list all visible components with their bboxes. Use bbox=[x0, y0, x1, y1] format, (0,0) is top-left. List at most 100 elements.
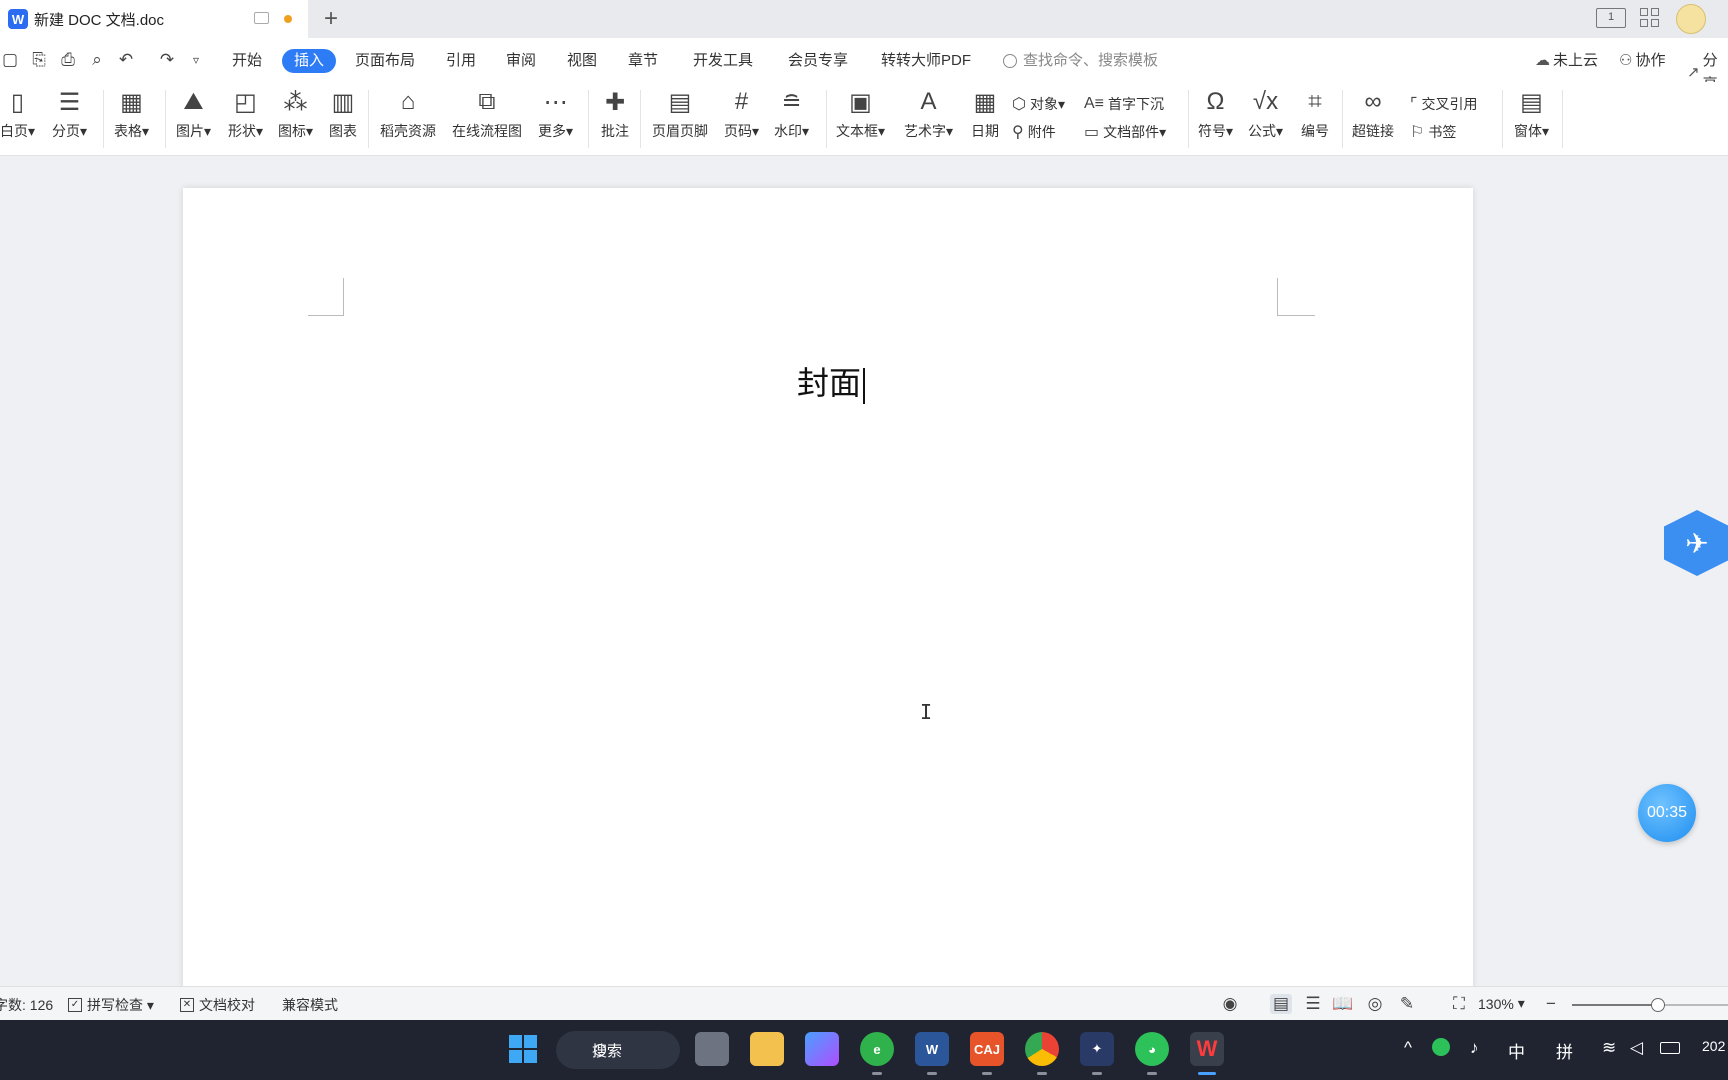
battery-icon[interactable] bbox=[1660, 1042, 1680, 1054]
menu-member[interactable]: 会员专享 bbox=[782, 49, 854, 73]
menu-insert[interactable]: 插入 bbox=[282, 49, 337, 73]
paperclip-icon: ⚲ bbox=[1012, 124, 1024, 141]
page-break-button[interactable]: ☰ 分页▾ bbox=[52, 86, 87, 141]
undo-icon[interactable]: ↶ bbox=[116, 50, 136, 70]
redo-icon[interactable]: ↷ bbox=[157, 50, 177, 70]
search-icon bbox=[594, 1044, 606, 1056]
spell-check-button[interactable]: ✓ 拼写检查 ▾ bbox=[68, 995, 154, 1015]
watermark-button[interactable]: ≘ 水印▾ bbox=[774, 86, 809, 141]
cross-reference-button[interactable]: ⌜ 交叉引用 bbox=[1410, 94, 1478, 114]
attachment-button[interactable]: ⚲ 附件 bbox=[1012, 122, 1056, 142]
save-icon[interactable]: ▢ bbox=[0, 50, 20, 70]
menu-page-layout[interactable]: 页面布局 bbox=[349, 49, 421, 73]
tab-title: 新建 DOC 文档.doc bbox=[34, 11, 165, 29]
fit-page-icon[interactable]: ⛶ bbox=[1448, 994, 1470, 1014]
form-button[interactable]: ▤ 窗体▾ bbox=[1514, 86, 1549, 141]
recording-timer[interactable]: 00:35 bbox=[1638, 784, 1696, 842]
comment-button[interactable]: ✚ 批注 bbox=[600, 86, 630, 141]
user-avatar[interactable] bbox=[1676, 4, 1706, 34]
outline-view-icon[interactable]: ☰ bbox=[1302, 994, 1324, 1014]
windows-start-icon[interactable] bbox=[506, 1032, 540, 1066]
document-page[interactable]: 封面 bbox=[183, 188, 1473, 988]
ime-mode[interactable]: 拼 bbox=[1556, 1038, 1573, 1063]
wordart-button[interactable]: A 艺术字▾ bbox=[904, 86, 953, 141]
wechat-icon[interactable]: ◕ bbox=[1135, 1032, 1169, 1075]
zoom-slider[interactable] bbox=[1572, 998, 1728, 1012]
drop-cap-button[interactable]: A≡ 首字下沉 bbox=[1084, 94, 1164, 114]
proofread-button[interactable]: ✕ 文档校对 bbox=[180, 995, 255, 1015]
menu-developer[interactable]: 开发工具 bbox=[687, 49, 759, 73]
word-icon[interactable]: W bbox=[915, 1032, 949, 1075]
print-preview-icon[interactable]: ⌕ bbox=[87, 50, 107, 70]
tray-overflow-icon[interactable]: ^ bbox=[1404, 1038, 1412, 1058]
table-button[interactable]: ▦ 表格▾ bbox=[114, 86, 149, 141]
document-canvas[interactable]: 封面 I ✈ 00:35 bbox=[0, 156, 1728, 988]
file-explorer-icon[interactable] bbox=[750, 1032, 784, 1066]
date-button[interactable]: ▦ 日期 bbox=[970, 86, 1000, 141]
caj-viewer-icon[interactable]: CAJ bbox=[970, 1032, 1004, 1075]
resources-button[interactable]: ⌂ 稻壳资源 bbox=[380, 86, 436, 141]
object-button[interactable]: ⬡ 对象 ▾ bbox=[1012, 94, 1065, 114]
symbol-button[interactable]: Ω 符号▾ bbox=[1198, 86, 1233, 141]
command-search[interactable]: 查找命令、搜索模板 bbox=[1003, 49, 1158, 73]
cloud-status-button[interactable]: ☁ 未上云 bbox=[1535, 49, 1598, 73]
copilot-icon[interactable] bbox=[805, 1032, 839, 1066]
chart-button[interactable]: ▥ 图表 bbox=[328, 86, 358, 141]
picture-icon: ⛰ bbox=[183, 88, 204, 115]
blank-page-button[interactable]: ▯ 白页▾ bbox=[0, 86, 35, 141]
menu-references[interactable]: 引用 bbox=[440, 49, 482, 73]
microphone-icon[interactable]: ♪ bbox=[1470, 1038, 1479, 1058]
flowchart-button[interactable]: ⧉ 在线流程图 bbox=[452, 86, 522, 141]
layout-icon[interactable]: 1 bbox=[1596, 8, 1626, 28]
eye-protection-icon[interactable]: ◉ bbox=[1219, 994, 1241, 1014]
page-view-icon[interactable]: ▤ bbox=[1270, 994, 1292, 1014]
bookmark-button[interactable]: ⚐ 书签 bbox=[1410, 122, 1456, 142]
textbox-button[interactable]: ▣ 文本框▾ bbox=[836, 86, 885, 141]
document-title[interactable]: 封面 bbox=[797, 358, 866, 404]
zoom-level[interactable]: 130% ▾ bbox=[1478, 995, 1525, 1012]
menu-review[interactable]: 审阅 bbox=[500, 49, 542, 73]
document-tab[interactable]: W 新建 DOC 文档.doc bbox=[0, 0, 308, 38]
menu-pdf-converter[interactable]: 转转大师PDF bbox=[875, 49, 977, 73]
page-number-button[interactable]: # 页码▾ bbox=[724, 86, 759, 141]
menu-view[interactable]: 视图 bbox=[561, 49, 603, 73]
doc-parts-button[interactable]: ▭ 文档部件 ▾ bbox=[1084, 122, 1166, 142]
print-icon[interactable]: ⎙ bbox=[58, 50, 78, 70]
browser-e-icon[interactable]: e bbox=[860, 1032, 894, 1075]
icon-library-button[interactable]: ⁂ 图标▾ bbox=[278, 86, 313, 141]
monitor-icon[interactable] bbox=[254, 12, 269, 24]
clock[interactable]: 202 bbox=[1702, 1038, 1725, 1054]
chrome-icon[interactable] bbox=[1025, 1032, 1059, 1075]
formula-button[interactable]: √x 公式▾ bbox=[1248, 86, 1283, 141]
menu-chapter[interactable]: 章节 bbox=[622, 49, 664, 73]
header-footer-button[interactable]: ▤ 页眉页脚 bbox=[652, 86, 708, 141]
numbering-button[interactable]: ⌗ 编号 bbox=[1300, 86, 1330, 141]
task-view-icon[interactable] bbox=[695, 1032, 729, 1066]
more-button[interactable]: ⋯ 更多▾ bbox=[538, 86, 573, 141]
ime-language[interactable]: 中 bbox=[1508, 1038, 1525, 1063]
customize-quick-access-icon[interactable]: ▿ bbox=[186, 50, 206, 70]
taskbar-search[interactable]: 搜索 bbox=[556, 1031, 680, 1069]
edit-mode-icon[interactable]: ✎ bbox=[1396, 994, 1418, 1014]
wps-office-icon[interactable]: W bbox=[1190, 1032, 1224, 1075]
hyperlink-button[interactable]: ∞ 超链接 bbox=[1352, 86, 1394, 141]
reading-view-icon[interactable]: 📖 bbox=[1332, 994, 1354, 1014]
zoom-slider-handle[interactable] bbox=[1650, 998, 1665, 1012]
shape-button[interactable]: ◰ 形状▾ bbox=[228, 86, 263, 141]
export-icon[interactable]: ⎘ bbox=[29, 50, 49, 70]
apps-grid-icon[interactable] bbox=[1640, 8, 1664, 28]
word-count[interactable]: 字数: 126 bbox=[0, 995, 53, 1015]
web-view-icon[interactable]: ◎ bbox=[1364, 994, 1386, 1014]
bird-assistant-icon[interactable]: ✈ bbox=[1664, 510, 1728, 576]
tray-app-icon[interactable] bbox=[1432, 1038, 1450, 1056]
collaborate-button[interactable]: ⚇ 协作 bbox=[1619, 49, 1665, 73]
app-cat-icon[interactable]: ✦ bbox=[1080, 1032, 1114, 1075]
zoom-out-icon[interactable]: − bbox=[1540, 994, 1562, 1014]
page-number-icon: # bbox=[734, 88, 749, 115]
wifi-icon[interactable]: ≋ bbox=[1602, 1038, 1616, 1058]
menu-start[interactable]: 开始 bbox=[226, 49, 268, 73]
wordart-icon: A bbox=[920, 88, 937, 115]
picture-button[interactable]: ⛰ 图片▾ bbox=[176, 86, 211, 141]
volume-icon[interactable]: ◁ bbox=[1630, 1038, 1643, 1058]
new-tab-button[interactable]: + bbox=[318, 6, 344, 32]
